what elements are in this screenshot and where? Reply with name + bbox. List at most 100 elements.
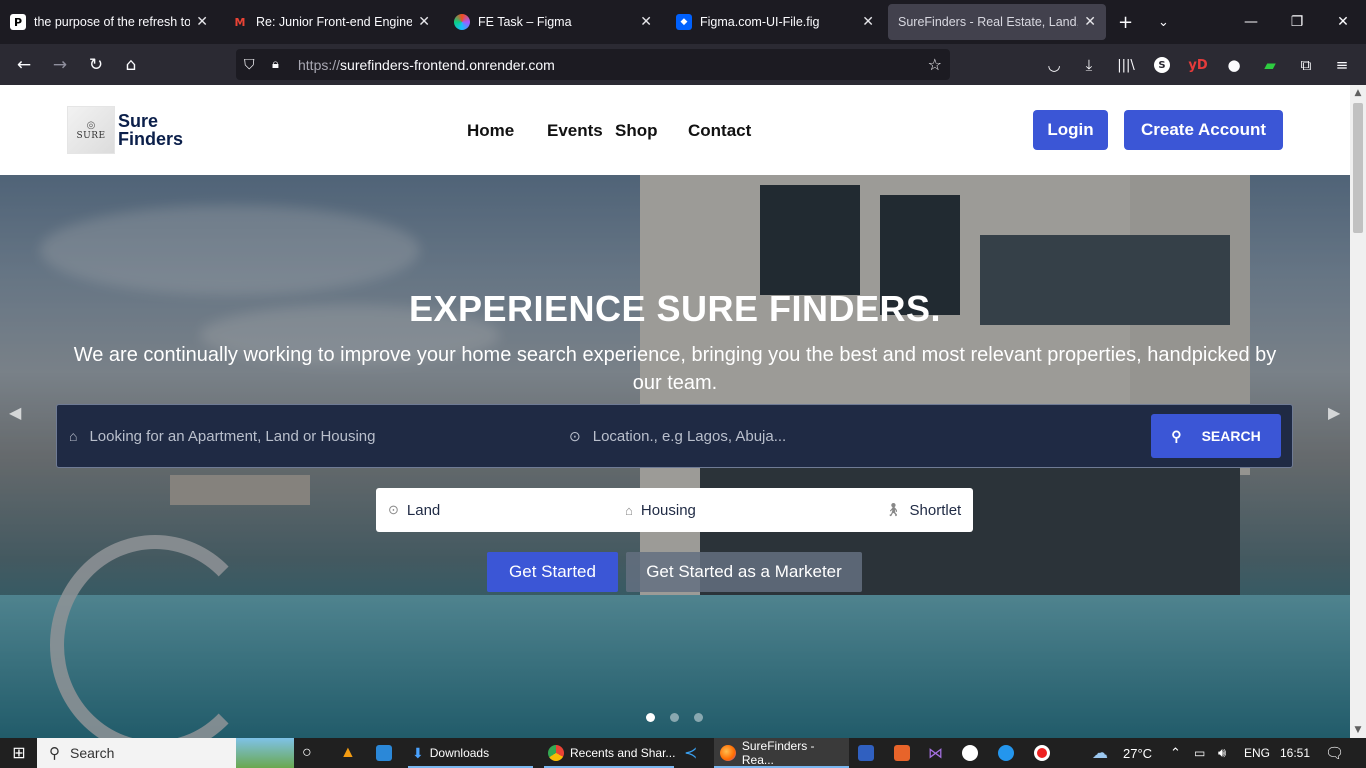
tab-refresh-token[interactable]: P the purpose of the refresh toke ✕ — [0, 4, 218, 40]
chevron-up-icon[interactable]: ⌃ — [1170, 738, 1181, 768]
nav-contact[interactable]: Contact — [688, 121, 751, 141]
location-input[interactable]: ⊙ Location., e.g Lagos, Abuja... — [569, 405, 1129, 467]
close-icon[interactable]: ✕ — [1084, 14, 1096, 30]
extension-green-icon[interactable]: ▰ — [1256, 50, 1284, 80]
logo-line-2: Finders — [118, 129, 184, 149]
reload-button[interactable]: ↻ — [81, 50, 111, 80]
windows-icon: ⊞ — [12, 745, 26, 762]
shield-icon[interactable]: ⛉ — [244, 57, 255, 73]
tab-figma-task[interactable]: FE Task – Figma ✕ — [444, 4, 662, 40]
lock-icon[interactable]: 🔒︎ — [272, 57, 279, 72]
bookmark-star-icon[interactable]: ☆ — [928, 55, 942, 74]
extension-ghost-icon[interactable]: ● — [1220, 50, 1248, 80]
tab-gmail[interactable]: M Re: Junior Front-end Engineerin ✕ — [222, 4, 440, 40]
taskbar-search[interactable]: ⚲ Search — [37, 738, 294, 768]
minimize-button[interactable]: — — [1228, 0, 1274, 44]
carousel-next-button[interactable]: ▶ — [1328, 403, 1340, 422]
tab-surefinders[interactable]: SureFinders - Real Estate, Land, and ✕ — [888, 4, 1106, 40]
visual-studio-icon[interactable]: ⋈ — [928, 738, 943, 768]
url-bar[interactable]: ⛉ 🔒︎ https://surefinders-frontend.onrend… — [236, 49, 950, 80]
tab-figma-file[interactable]: ◆ Figma.com-UI-File.fig ✕ — [666, 4, 884, 40]
scroll-thumb[interactable] — [1353, 103, 1363, 233]
taskbar-downloads[interactable]: ⬇ Downloads — [412, 738, 489, 768]
carousel-indicators — [646, 713, 718, 722]
location-pin-icon: ⊙ — [569, 427, 581, 444]
extensions-puzzle-icon[interactable]: ⧉ — [1292, 50, 1320, 80]
hero-title: EXPERIENCE SURE FINDERS. — [408, 288, 942, 329]
home-button[interactable]: ⌂ — [116, 50, 146, 80]
forward-button[interactable]: → — [45, 50, 75, 80]
app-icon[interactable] — [376, 738, 398, 768]
get-started-marketer-button[interactable]: Get Started as a Marketer — [626, 552, 862, 592]
tab-title: the purpose of the refresh toke — [34, 15, 191, 29]
close-window-button[interactable]: ✕ — [1320, 0, 1366, 44]
create-account-button[interactable]: Create Account — [1124, 110, 1283, 150]
get-started-button[interactable]: Get Started — [487, 552, 618, 592]
download-icon[interactable]: ⤓ — [1075, 50, 1103, 80]
close-icon[interactable]: ✕ — [418, 14, 430, 30]
downloads-label: Downloads — [429, 746, 490, 760]
list-tabs-button[interactable]: ⌄ — [1158, 0, 1169, 44]
carousel-dot[interactable] — [694, 713, 703, 722]
login-button[interactable]: Login — [1033, 110, 1108, 150]
notifications-icon[interactable]: 🗨︎ — [1325, 738, 1344, 768]
weather-icon[interactable]: ☁ — [1092, 738, 1108, 768]
nav-shop[interactable]: Shop — [615, 121, 658, 141]
skype-extension-icon[interactable]: S — [1148, 50, 1176, 80]
restore-button[interactable]: ❐ — [1274, 0, 1320, 44]
yd-extension-icon[interactable]: yD — [1184, 50, 1212, 80]
library-icon[interactable]: |||\ — [1112, 50, 1140, 80]
site-logo-text[interactable]: Sure Finders — [118, 112, 183, 148]
close-icon[interactable]: ✕ — [196, 14, 208, 30]
nav-events[interactable]: Events — [547, 121, 603, 141]
vlc-icon[interactable]: ▲ — [340, 738, 356, 768]
task-view-icon[interactable]: ○ — [302, 738, 312, 768]
scroll-down-icon[interactable]: ▼ — [1350, 722, 1366, 738]
taskbar-chrome[interactable]: Recents and Shar... — [548, 738, 675, 768]
start-button[interactable]: ⊞ — [8, 738, 30, 768]
carousel-dot[interactable] — [670, 713, 679, 722]
site-logo[interactable]: ◎ SURE — [67, 106, 115, 154]
carousel-dot[interactable] — [646, 713, 655, 722]
reload-icon: ↻ — [88, 55, 104, 75]
scroll-up-icon[interactable]: ▲ — [1350, 85, 1366, 101]
hero-carousel: EXPERIENCE SURE FINDERS. We are continua… — [0, 175, 1350, 738]
category-shortlet[interactable]: 🚶︎ Shortlet — [885, 488, 961, 532]
tab-title: Figma.com-UI-File.fig — [700, 15, 820, 29]
search-button[interactable]: ⚲ SEARCH — [1151, 414, 1281, 458]
weather-temperature[interactable]: 27°C — [1123, 738, 1152, 768]
chrome-icon — [548, 745, 564, 761]
language-indicator[interactable]: ENG — [1244, 738, 1270, 768]
url-text[interactable]: https://surefinders-frontend.onrender.co… — [298, 57, 555, 73]
close-icon[interactable]: ✕ — [862, 14, 874, 30]
pocket-icon[interactable]: ◡ — [1040, 50, 1068, 80]
category-housing[interactable]: ⌂ Housing — [625, 488, 696, 532]
browser-toolbar: ← → ↻ ⌂ ⛉ 🔒︎ https://surefinders-fronten… — [0, 44, 1366, 85]
home-icon: ⌂ — [125, 55, 137, 75]
carousel-prev-button[interactable]: ◀ — [9, 403, 21, 422]
search-icon: ⚲ — [1171, 427, 1182, 444]
vscode-icon[interactable]: ≺ — [684, 738, 697, 768]
arrow-right-icon: → — [52, 55, 68, 75]
close-icon: ✕ — [1337, 14, 1349, 30]
menu-hamburger-icon[interactable]: ≡ — [1328, 50, 1356, 80]
close-icon[interactable]: ✕ — [640, 14, 652, 30]
property-search-input[interactable]: ⌂ Looking for an Apartment, Land or Hous… — [69, 405, 549, 467]
app-icon[interactable] — [1034, 738, 1056, 768]
category-land[interactable]: ⊙ Land — [388, 488, 440, 532]
app-icon[interactable] — [962, 738, 984, 768]
tab-title: FE Task – Figma — [478, 15, 572, 29]
app-icon[interactable] — [858, 738, 880, 768]
battery-icon[interactable]: ▭ — [1194, 738, 1205, 768]
back-button[interactable]: ← — [9, 50, 39, 80]
clock-time[interactable]: 16:51 — [1280, 738, 1310, 768]
restore-icon: ❐ — [1290, 14, 1304, 30]
nav-home[interactable]: Home — [467, 121, 514, 141]
property-search-placeholder: Looking for an Apartment, Land or Housin… — [89, 427, 376, 445]
volume-icon[interactable]: 🔊︎ — [1218, 738, 1226, 768]
page-scrollbar[interactable]: ▲ ▼ — [1350, 85, 1366, 738]
taskbar-firefox[interactable]: SureFinders - Rea... — [714, 738, 849, 768]
new-tab-button[interactable]: + — [1118, 0, 1133, 44]
app-icon[interactable] — [998, 738, 1020, 768]
app-icon[interactable] — [894, 738, 916, 768]
